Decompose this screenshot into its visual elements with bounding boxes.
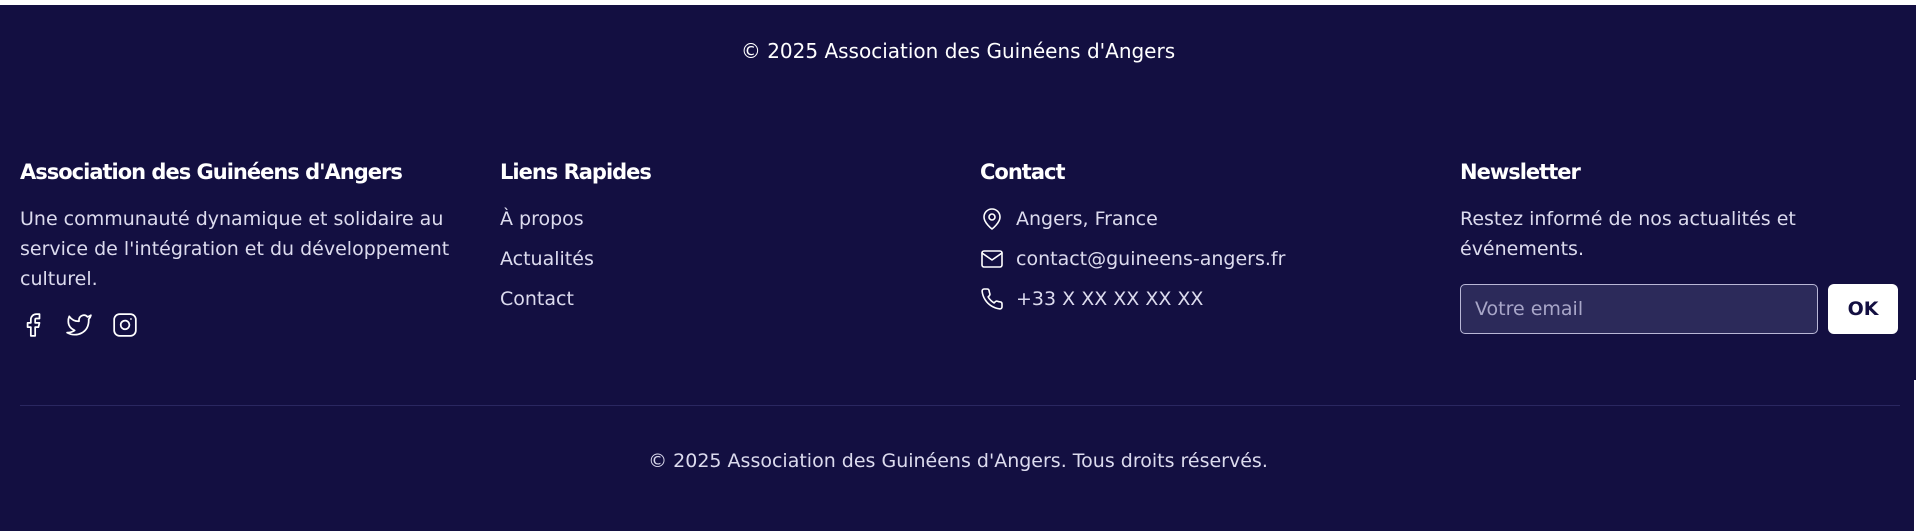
newsletter-description: Restez informé de nos actualités et évén… <box>1460 208 1796 260</box>
location-text: Angers, France <box>1016 208 1158 230</box>
contact-email[interactable]: contact@guineens-angers.fr <box>980 244 1440 274</box>
email-text[interactable]: contact@guineens-angers.fr <box>1016 248 1285 270</box>
about-description: Une communauté dynamique et solidaire au… <box>20 208 450 290</box>
quick-links-title: Liens Rapides <box>500 160 652 184</box>
about-title: Association des Guinéens d'Angers <box>20 160 403 184</box>
newsletter-form: OK <box>1460 284 1900 334</box>
link-contact[interactable]: Contact <box>500 284 960 314</box>
newsletter-submit-button[interactable]: OK <box>1828 284 1898 334</box>
newsletter-title: Newsletter <box>1460 160 1581 184</box>
site-footer: © 2025 Association des Guinéens d'Angers… <box>0 5 1916 531</box>
map-pin-icon <box>983 208 1001 230</box>
about-column: Association des Guinéens d'Angers Une co… <box>20 160 480 338</box>
quick-links-list: À propos Actualités Contact <box>500 204 960 314</box>
phone-text[interactable]: +33 X XX XX XX XX <box>1016 288 1203 310</box>
instagram-icon[interactable] <box>112 312 138 338</box>
contact-title: Contact <box>980 160 1066 184</box>
link-about[interactable]: À propos <box>500 204 960 234</box>
mail-icon <box>981 250 1003 268</box>
phone-icon <box>981 288 1003 310</box>
newsletter-email-input[interactable] <box>1460 284 1818 334</box>
contact-phone[interactable]: +33 X XX XX XX XX <box>980 284 1440 314</box>
quick-links-column: Liens Rapides À propos Actualités Contac… <box>500 160 960 324</box>
bottom-copyright-text: © 2025 Association des Guinéens d'Angers… <box>648 450 1268 472</box>
facebook-icon[interactable] <box>20 312 46 338</box>
footer-divider <box>20 405 1900 406</box>
top-copyright-text: © 2025 Association des Guinéens d'Angers <box>740 39 1176 63</box>
newsletter-column: Newsletter Restez informé de nos actuali… <box>1460 160 1916 334</box>
contact-location: Angers, France <box>980 204 1440 234</box>
social-links <box>20 312 480 338</box>
contact-column: Contact Angers, France contact@guineens-… <box>980 160 1440 324</box>
link-news[interactable]: Actualités <box>500 244 960 274</box>
twitter-icon[interactable] <box>66 312 92 338</box>
